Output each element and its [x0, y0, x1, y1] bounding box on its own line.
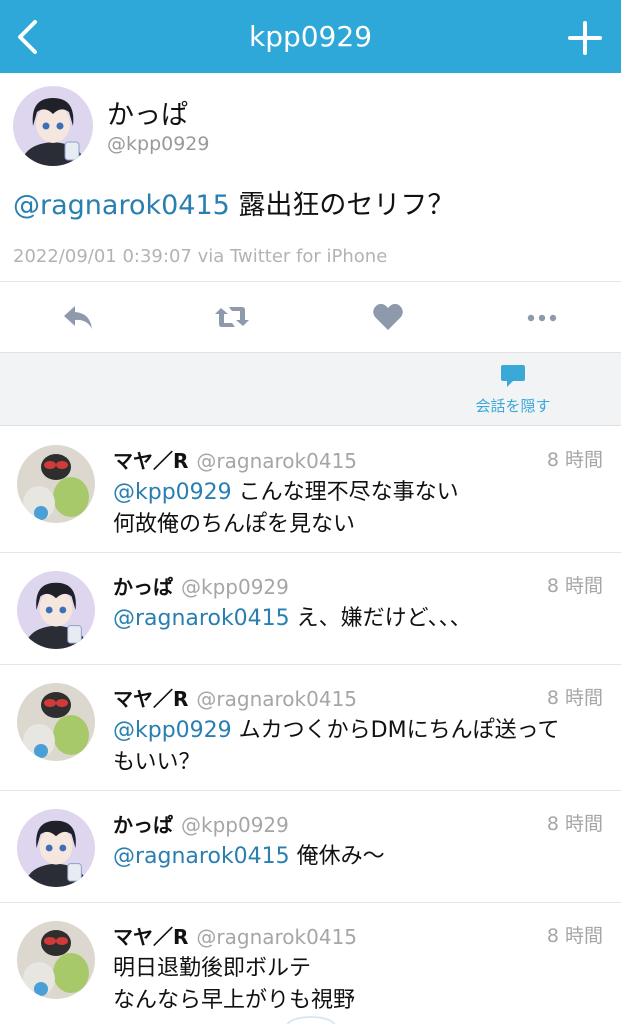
- reply-text: 明日退勤後即ボルテなんなら早上がりも視野: [113, 953, 355, 1017]
- more-button[interactable]: [525, 302, 559, 332]
- mention-link[interactable]: @kpp0929: [113, 480, 232, 505]
- speech-bubble-icon: [501, 365, 525, 387]
- tweet-text: @ragnarok0415 露出狂のセリフ？: [13, 183, 454, 222]
- reply-line-1: 俺休み〜: [289, 844, 385, 869]
- hide-conversation-button[interactable]: 会話を隠す: [458, 361, 568, 421]
- hide-conversation-label: 会話を隠す: [475, 397, 551, 415]
- back-button[interactable]: [10, 14, 44, 60]
- retweet-button[interactable]: [215, 302, 249, 332]
- display-name[interactable]: マヤ／R: [113, 925, 188, 949]
- like-button[interactable]: [371, 302, 405, 332]
- reply-line-1: ムカつくからDMにちんぽ送って: [231, 718, 560, 743]
- reply-time: 8 時間: [546, 449, 603, 471]
- tweet-timestamp: 2022/09/01 0:39:07 via Twitter for iPhon…: [13, 246, 388, 267]
- retweet-icon: [215, 307, 249, 327]
- reply-line-2: なんなら早上がりも視野: [113, 988, 356, 1013]
- display-name[interactable]: かっぱ: [107, 93, 188, 132]
- mention-link[interactable]: @ragnarok0415: [113, 844, 290, 869]
- avatar[interactable]: [17, 921, 95, 999]
- reply-text: @kpp0929 ムカつくからDMにちんぽ送ってもいい？: [113, 715, 560, 779]
- reply-line-1: こんな理不尽な事ない: [231, 480, 459, 505]
- reply-line-2: 何故俺のちんぽを見ない: [113, 512, 356, 537]
- avatar[interactable]: [17, 571, 95, 649]
- reply-header: マヤ／R @ragnarok0415: [113, 683, 357, 711]
- reply-icon: [64, 306, 92, 329]
- reply-time: 8 時間: [546, 687, 603, 709]
- avatar[interactable]: [17, 445, 95, 523]
- avatar[interactable]: [17, 809, 95, 887]
- heart-icon: [373, 303, 403, 330]
- display-name[interactable]: マヤ／R: [113, 687, 188, 711]
- display-name[interactable]: かっぱ: [113, 813, 173, 837]
- reply-tweet[interactable]: マヤ／R @ragnarok0415 8 時間 @kpp0929 こんな理不尽な事…: [0, 427, 621, 553]
- reply-header: マヤ／R @ragnarok0415: [113, 445, 357, 473]
- user-handle[interactable]: @ragnarok0415: [196, 925, 357, 949]
- mention-link[interactable]: @ragnarok0415: [13, 190, 230, 221]
- main-tweet: かっぱ @kpp0929 @ragnarok0415 露出狂のセリフ？ 2022…: [0, 73, 621, 282]
- user-handle[interactable]: @kpp0929: [181, 813, 289, 837]
- mention-link[interactable]: @ragnarok0415: [113, 606, 290, 631]
- user-handle[interactable]: @kpp0929: [107, 133, 209, 155]
- avatar[interactable]: [17, 683, 95, 761]
- conversation-bar: 会話を隠す: [0, 353, 621, 426]
- reply-tweet[interactable]: マヤ／R @ragnarok0415 8 時間 明日退勤後即ボルテなんなら早上がり…: [0, 903, 621, 1024]
- user-handle[interactable]: @ragnarok0415: [196, 687, 357, 711]
- reply-header: かっぱ @kpp0929: [113, 809, 289, 837]
- reply-header: マヤ／R @ragnarok0415: [113, 921, 357, 949]
- reply-line-2: もいい？: [113, 750, 201, 775]
- tweet-body: 露出狂のセリフ？: [229, 190, 455, 221]
- reply-line-1: 明日退勤後即ボルテ: [113, 956, 312, 981]
- reply-tweet[interactable]: かっぱ @kpp0929 8 時間 @ragnarok0415 俺休み〜: [0, 791, 621, 903]
- page-title: kpp0929: [248, 20, 373, 53]
- user-handle[interactable]: @ragnarok0415: [196, 449, 357, 473]
- reply-tweet[interactable]: マヤ／R @ragnarok0415 8 時間 @kpp0929 ムカつくからDM…: [0, 665, 621, 791]
- reply-tweet[interactable]: かっぱ @kpp0929 8 時間 @ragnarok0415 え、嫌だけど、、、: [0, 553, 621, 665]
- avatar[interactable]: [13, 86, 93, 166]
- navigation-bar: kpp0929: [0, 0, 621, 73]
- user-handle[interactable]: @kpp0929: [181, 575, 289, 599]
- reply-text: @kpp0929 こんな理不尽な事ない何故俺のちんぽを見ない: [113, 477, 459, 541]
- mention-link[interactable]: @kpp0929: [113, 718, 232, 743]
- reply-header: かっぱ @kpp0929: [113, 571, 289, 599]
- reply-time: 8 時間: [546, 575, 603, 597]
- plus-icon: [568, 21, 602, 55]
- add-button[interactable]: [565, 18, 605, 58]
- reply-line-1: え、嫌だけど、、、: [289, 606, 472, 631]
- reply-text: @ragnarok0415 俺休み〜: [113, 841, 385, 873]
- chevron-left-icon: [18, 20, 37, 54]
- reply-time: 8 時間: [546, 813, 603, 835]
- reply-button[interactable]: [61, 302, 95, 332]
- reply-text: @ragnarok0415 え、嫌だけど、、、: [113, 603, 472, 635]
- display-name[interactable]: かっぱ: [113, 575, 173, 599]
- display-name[interactable]: マヤ／R: [113, 449, 188, 473]
- action-bar: [0, 282, 621, 353]
- more-icon: [527, 314, 557, 322]
- reply-time: 8 時間: [546, 925, 603, 947]
